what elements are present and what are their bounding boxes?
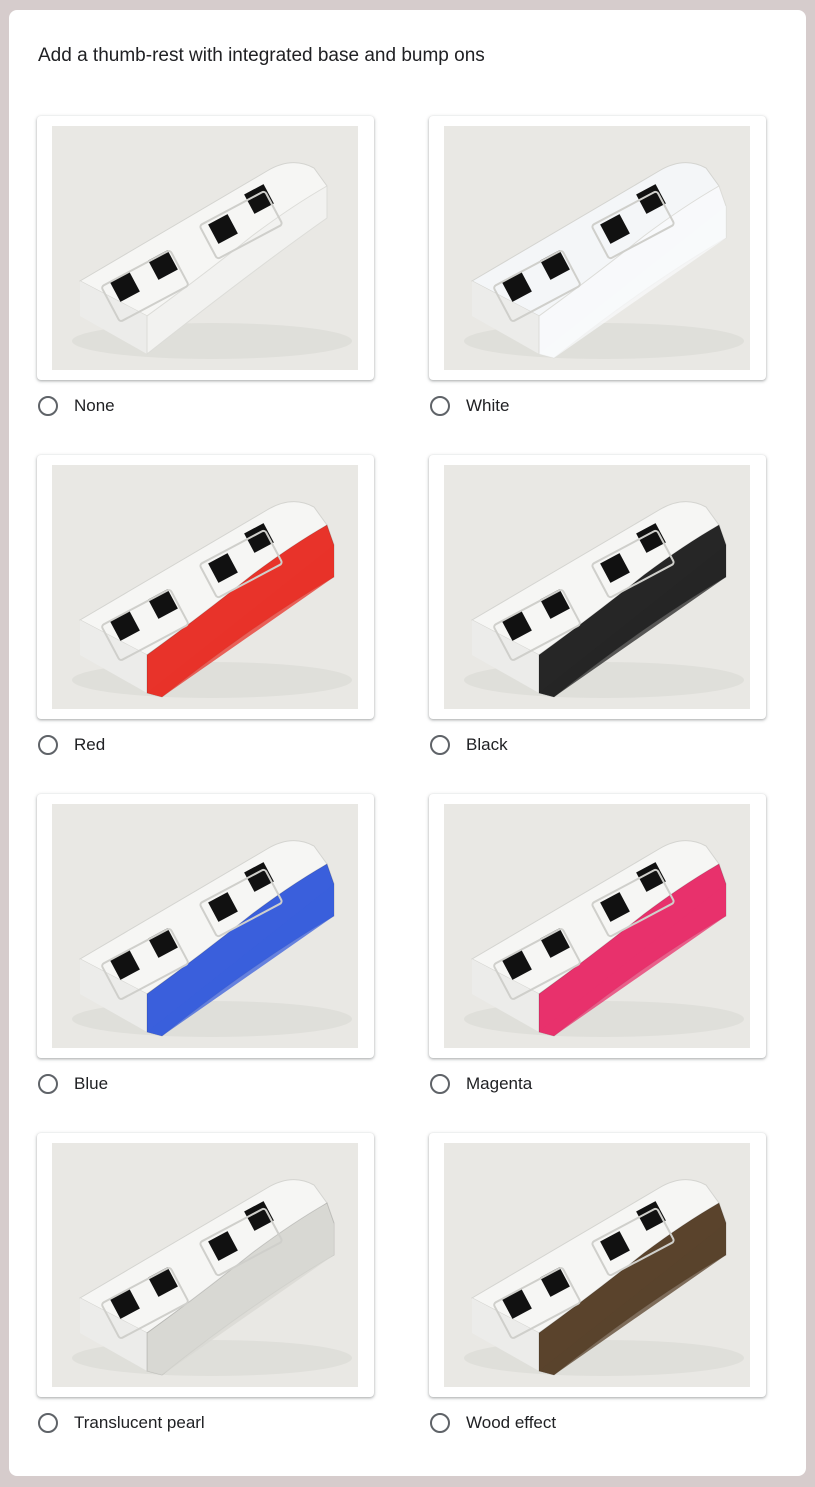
option-photo: [52, 804, 358, 1048]
option-radio-row[interactable]: Blue: [37, 1071, 108, 1097]
option-image-frame[interactable]: [429, 1133, 766, 1397]
radio-unchecked-icon[interactable]: [38, 1413, 58, 1433]
option-label: Magenta: [466, 1074, 533, 1093]
keyboard-case-illustration: [52, 126, 358, 370]
option-radio-row[interactable]: Wood effect: [429, 1410, 556, 1436]
option-image-frame[interactable]: [37, 1133, 374, 1397]
radio-unchecked-icon[interactable]: [430, 1413, 450, 1433]
option-black[interactable]: Black: [429, 455, 766, 755]
keyboard-case-illustration: [52, 465, 358, 709]
option-photo: [444, 804, 750, 1048]
option-label: Translucent pearl: [74, 1413, 205, 1432]
option-image-frame[interactable]: [37, 794, 374, 1058]
option-label: White: [466, 396, 510, 415]
option-radio-row[interactable]: Magenta: [429, 1071, 532, 1097]
option-image-frame[interactable]: [429, 455, 766, 719]
radio-unchecked-icon[interactable]: [430, 1074, 450, 1094]
option-label: None: [74, 396, 115, 415]
keyboard-case-illustration: [444, 1143, 750, 1387]
keyboard-case-illustration: [444, 465, 750, 709]
radio-unchecked-icon[interactable]: [38, 396, 58, 416]
option-label: Wood effect: [466, 1413, 557, 1432]
radio-unchecked-icon[interactable]: [430, 396, 450, 416]
keyboard-case-illustration: [444, 126, 750, 370]
keyboard-case-illustration: [52, 1143, 358, 1387]
option-label: Red: [74, 735, 106, 754]
question-title: Add a thumb-rest with integrated base an…: [38, 45, 485, 66]
option-photo: [52, 1143, 358, 1387]
option-wood-effect[interactable]: Wood effect: [429, 1133, 766, 1433]
keyboard-case-illustration: [444, 804, 750, 1048]
option-image-frame[interactable]: [429, 116, 766, 380]
option-radio-row[interactable]: None: [37, 393, 115, 419]
option-magenta[interactable]: Magenta: [429, 794, 766, 1094]
radio-unchecked-icon[interactable]: [38, 1074, 58, 1094]
option-white[interactable]: White: [429, 116, 766, 416]
radio-unchecked-icon[interactable]: [430, 735, 450, 755]
option-photo: [52, 126, 358, 370]
option-radio-row[interactable]: Black: [429, 732, 508, 758]
option-none[interactable]: None: [37, 116, 374, 416]
option-image-frame[interactable]: [429, 794, 766, 1058]
option-photo: [52, 465, 358, 709]
option-label: Black: [466, 735, 508, 754]
option-image-frame[interactable]: [37, 116, 374, 380]
option-label: Blue: [74, 1074, 109, 1093]
option-translucent-pearl[interactable]: Translucent pearl: [37, 1133, 374, 1433]
option-photo: [444, 1143, 750, 1387]
option-red[interactable]: Red: [37, 455, 374, 755]
option-radio-row[interactable]: Translucent pearl: [37, 1410, 205, 1436]
option-blue[interactable]: Blue: [37, 794, 374, 1094]
option-radio-row[interactable]: Red: [37, 732, 105, 758]
question-card: Add a thumb-rest with integrated base an…: [9, 10, 806, 1476]
radio-unchecked-icon[interactable]: [38, 735, 58, 755]
option-photo: [444, 465, 750, 709]
option-photo: [444, 126, 750, 370]
option-image-frame[interactable]: [37, 455, 374, 719]
option-radio-row[interactable]: White: [429, 393, 509, 419]
keyboard-case-illustration: [52, 804, 358, 1048]
